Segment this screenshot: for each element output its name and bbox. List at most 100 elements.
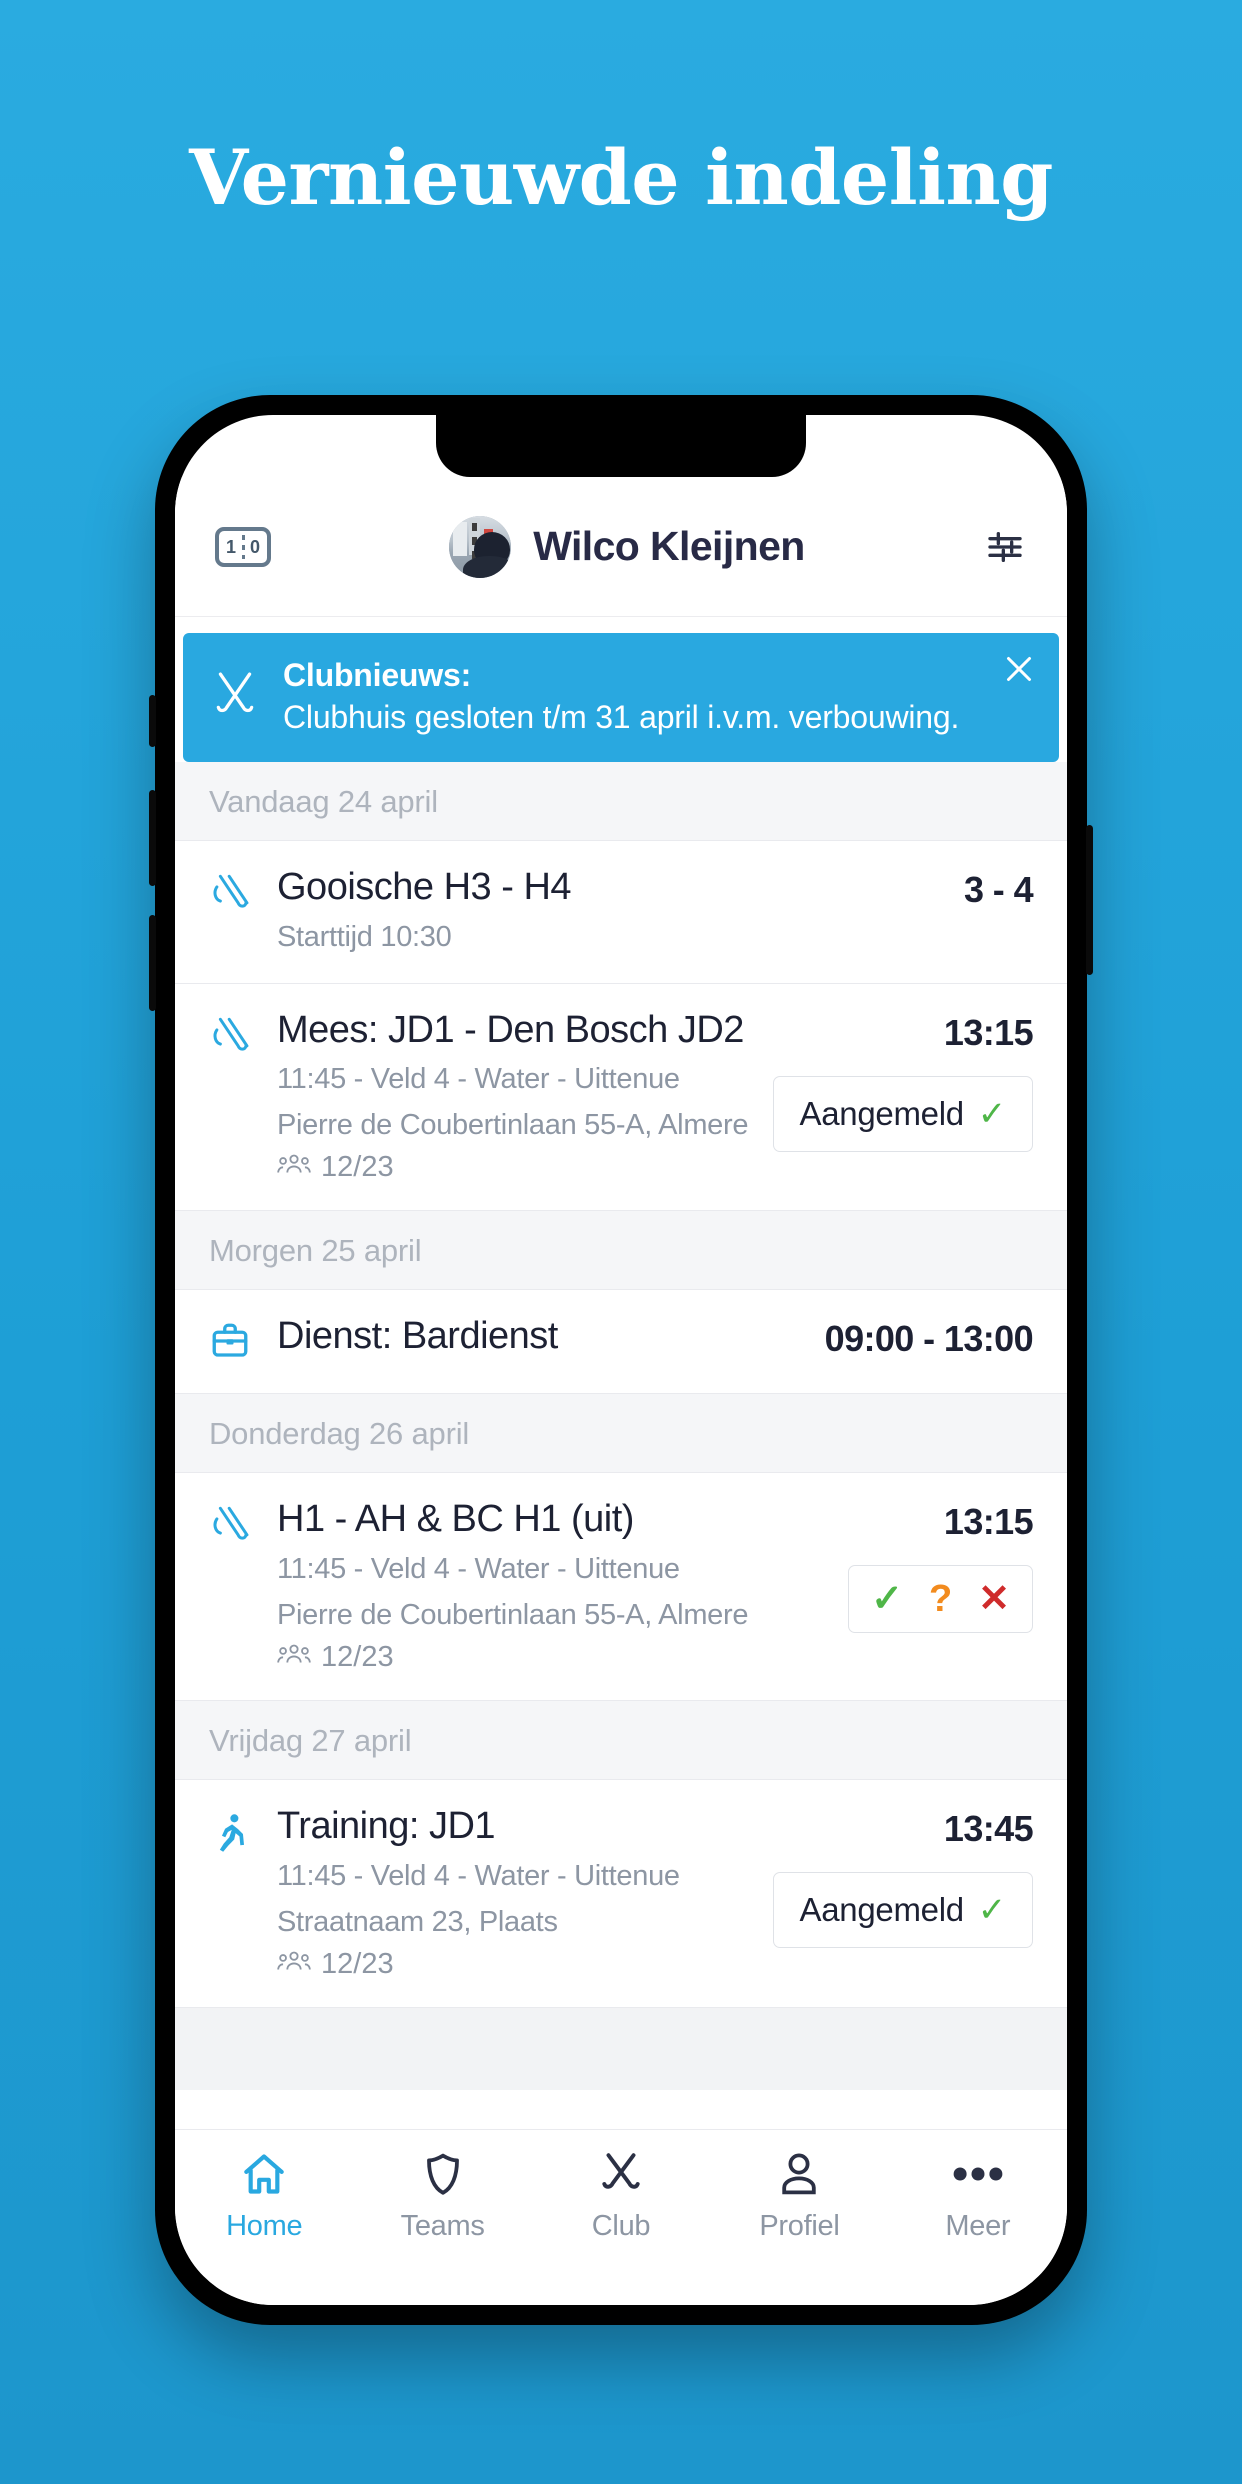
home-icon — [239, 2148, 289, 2200]
tab-label: Teams — [400, 2210, 485, 2242]
scoreboard-icon[interactable]: 1 0 — [215, 526, 271, 567]
available-no-icon[interactable]: ✕ — [978, 1580, 1010, 1618]
event-time: 13:15 — [943, 1011, 1034, 1053]
day-header: Vandaag 24 april — [175, 762, 1067, 842]
banner-title: Clubnieuws: — [283, 657, 472, 693]
event-body: Training: JD1 11:45 - Veld 4 - Water - Ui… — [277, 1804, 751, 1981]
tab-profiel[interactable]: Profiel — [710, 2148, 888, 2243]
event-detail-line: 11:45 - Veld 4 - Water - Uittenue — [277, 1063, 680, 1096]
banner-text: Clubnieuws: Clubhuis gesloten t/m 31 apr… — [283, 655, 959, 738]
event-row[interactable]: Gooische H3 - H4 Starttijd 10:30 3 - 4 — [175, 841, 1067, 984]
avatar[interactable] — [449, 515, 512, 578]
day-header: Vrijdag 27 april — [175, 1701, 1067, 1781]
event-right: 13:45 Aangemeld ✓ — [772, 1804, 1034, 1949]
briefcase-icon — [209, 1314, 255, 1367]
phone-screen: 1 0 Wilco Kleijnen Clubnieuws: Clubhuis … — [175, 415, 1067, 2305]
scoreboard-left-digit: 1 — [225, 536, 236, 557]
day-header: Donderdag 26 april — [175, 1394, 1067, 1474]
event-detail-line: Straatnaam 23, Plaats — [277, 1905, 558, 1938]
availability-buttons[interactable]: ✓? ✕ — [848, 1565, 1033, 1634]
aangemeld-button[interactable]: Aangemeld ✓ — [772, 1872, 1033, 1949]
crossed-sticks-icon — [596, 2148, 646, 2200]
aangemeld-label: Aangemeld — [799, 1891, 965, 1929]
tab-label: Club — [591, 2210, 651, 2242]
hockey-sticks-icon — [209, 1008, 255, 1065]
day-header: Morgen 25 april — [175, 1211, 1067, 1291]
tab-label: Meer — [945, 2210, 1011, 2242]
available-maybe-icon[interactable]: ? — [929, 1580, 952, 1618]
event-row[interactable]: Mees: JD1 - Den Bosch JD2 11:45 - Veld 4 … — [175, 983, 1067, 1212]
event-detail-line: Pierre de Coubertinlaan 55-A, Almere — [277, 1599, 749, 1632]
event-detail-line: Pierre de Coubertinlaan 55-A, Almere — [277, 1109, 749, 1142]
attendance-value: 12/23 — [321, 1947, 394, 1980]
tab-teams[interactable]: Teams — [353, 2148, 531, 2243]
event-row[interactable]: H1 - AH & BC H1 (uit) 11:45 - Veld 4 - Wa… — [175, 1473, 1067, 1702]
event-title: Mees: JD1 - Den Bosch JD2 — [277, 1008, 744, 1051]
agenda-list: Vandaag 24 april Gooische H3 - H4 Starttij… — [175, 762, 1067, 2008]
tab-home[interactable]: Home — [175, 2148, 353, 2243]
event-right: 3 - 4 — [963, 865, 1034, 911]
page-title: Vernieuwde indeling — [189, 133, 1053, 222]
app-header: 1 0 Wilco Kleijnen — [175, 477, 1067, 617]
event-body: Gooische H3 - H4 Starttijd 10:30 — [277, 865, 942, 957]
running-icon — [209, 1804, 255, 1861]
event-time: 09:00 - 13:00 — [824, 1318, 1034, 1360]
scoreboard-separator — [241, 534, 245, 559]
shield-icon — [419, 2148, 467, 2200]
check-icon: ✓ — [977, 1094, 1007, 1133]
attendance-count: 12/23 — [277, 1641, 826, 1674]
aangemeld-label: Aangemeld — [799, 1094, 965, 1132]
event-time: 13:45 — [943, 1808, 1034, 1850]
event-right: 13:15 Aangemeld ✓ — [772, 1008, 1034, 1152]
volume-down-button — [149, 915, 156, 1011]
event-time: 3 - 4 — [963, 869, 1034, 911]
phone-notch — [436, 415, 806, 477]
event-title: H1 - AH & BC H1 (uit) — [277, 1498, 634, 1541]
event-detail-line: 11:45 - Veld 4 - Water - Uittenue — [277, 1859, 680, 1892]
event-body: Mees: JD1 - Den Bosch JD2 11:45 - Veld 4 … — [277, 1008, 751, 1185]
event-row[interactable]: Training: JD1 11:45 - Veld 4 - Water - Ui… — [175, 1780, 1067, 2008]
clubnews-banner[interactable]: Clubnieuws: Clubhuis gesloten t/m 31 apr… — [183, 633, 1059, 763]
ellipsis-icon — [952, 2148, 1004, 2200]
event-row[interactable]: Dienst: Bardienst 09:00 - 13:00 — [175, 1290, 1067, 1395]
header-user[interactable]: Wilco Kleijnen — [271, 515, 983, 578]
event-body: H1 - AH & BC H1 (uit) 11:45 - Veld 4 - Wa… — [277, 1497, 826, 1674]
event-body: Dienst: Bardienst — [277, 1314, 803, 1360]
available-yes-icon[interactable]: ✓ — [871, 1580, 903, 1618]
mute-switch — [149, 695, 156, 747]
event-title: Dienst: Bardienst — [277, 1315, 558, 1358]
attendance-value: 12/23 — [321, 1641, 394, 1674]
volume-up-button — [149, 790, 156, 886]
tab-club[interactable]: Club — [532, 2148, 710, 2243]
scoreboard-right-digit: 0 — [249, 536, 260, 557]
event-right: 13:15 ✓? ✕ — [848, 1497, 1034, 1634]
check-icon: ✓ — [977, 1891, 1007, 1930]
user-name: Wilco Kleijnen — [533, 523, 805, 569]
people-icon — [277, 1948, 311, 1981]
close-icon[interactable] — [1001, 651, 1037, 687]
banner-message: Clubhuis gesloten t/m 31 april i.v.m. ve… — [283, 698, 960, 735]
tab-label: Home — [226, 2210, 303, 2242]
list-filler — [175, 2007, 1067, 2090]
crossed-sticks-icon — [216, 672, 254, 712]
people-icon — [277, 1151, 311, 1184]
hockey-sticks-icon — [209, 1497, 255, 1554]
people-icon — [277, 1641, 311, 1674]
tab-meer[interactable]: Meer — [889, 2148, 1067, 2243]
tab-label: Profiel — [759, 2210, 840, 2242]
event-detail-line: 11:45 - Veld 4 - Water - Uittenue — [277, 1553, 680, 1586]
attendance-value: 12/23 — [321, 1151, 394, 1184]
event-detail-line: Starttijd 10:30 — [277, 920, 452, 953]
event-time: 13:15 — [943, 1501, 1034, 1543]
event-right: 09:00 - 13:00 — [824, 1314, 1034, 1360]
event-title: Gooische H3 - H4 — [277, 866, 572, 909]
attendance-count: 12/23 — [277, 1151, 751, 1184]
hockey-sticks-icon — [209, 865, 255, 922]
bottom-tab-bar: Home Teams Club Profiel Meer — [175, 2129, 1067, 2305]
power-button — [1086, 825, 1093, 975]
sliders-icon[interactable] — [983, 527, 1027, 567]
person-icon — [775, 2148, 823, 2200]
attendance-count: 12/23 — [277, 1948, 751, 1981]
aangemeld-button[interactable]: Aangemeld ✓ — [772, 1075, 1033, 1152]
event-title: Training: JD1 — [277, 1805, 496, 1848]
